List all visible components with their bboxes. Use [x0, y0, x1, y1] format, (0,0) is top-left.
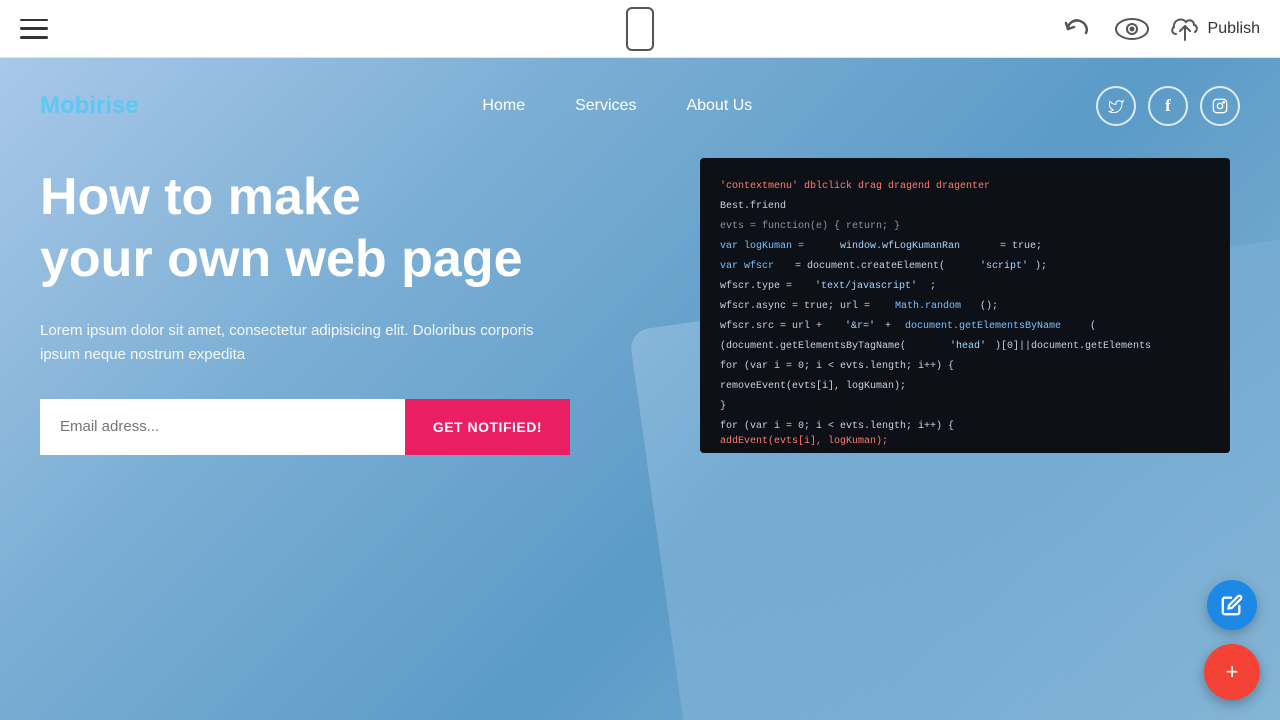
svg-text:}: }	[720, 400, 726, 412]
edit-icon	[1221, 594, 1243, 616]
twitter-button[interactable]	[1096, 86, 1136, 126]
svg-text:= document.createElement(: = document.createElement(	[795, 260, 945, 272]
svg-text:'&r=': '&r='	[845, 320, 875, 332]
svg-text:var logKuman =: var logKuman =	[720, 240, 804, 252]
publish-button[interactable]: Publish	[1170, 16, 1260, 42]
hero-subtitle: Lorem ipsum dolor sit amet, consectetur …	[40, 319, 560, 367]
svg-text:'contextmenu' dblclick drag dr: 'contextmenu' dblclick drag dragend drag…	[720, 180, 990, 192]
toolbar-left	[20, 19, 48, 39]
svg-text:();: ();	[980, 300, 998, 312]
hero-title: How to make your own web page	[40, 166, 660, 291]
site-nav: Mobirise Home Services About Us f	[0, 58, 1280, 146]
site-nav-links: Home Services About Us	[482, 97, 752, 115]
code-screenshot: 'contextmenu' dblclick drag dragend drag…	[700, 158, 1230, 453]
svg-text:wfscr.type =: wfscr.type =	[720, 280, 792, 292]
preview-area: Mobirise Home Services About Us f How to…	[0, 58, 1280, 720]
toolbar-right: Publish	[1062, 11, 1260, 47]
toolbar-center	[626, 7, 654, 51]
svg-text:addEvent(evts[i], logKuman);: addEvent(evts[i], logKuman);	[720, 435, 888, 447]
svg-text:window.wfLogKumanRan: window.wfLogKumanRan	[840, 240, 960, 252]
svg-text:'head': 'head'	[950, 340, 986, 352]
phone-preview-icon[interactable]	[626, 7, 654, 51]
svg-text:wfscr.async = true; url =: wfscr.async = true; url =	[720, 300, 870, 312]
email-input[interactable]	[40, 399, 405, 455]
toolbar: Publish	[0, 0, 1280, 58]
undo-icon	[1064, 17, 1092, 41]
hero-text: How to make your own web page Lorem ipsu…	[40, 166, 660, 455]
fab-edit-button[interactable]	[1207, 580, 1257, 630]
svg-text:Best.friend: Best.friend	[720, 200, 786, 212]
hamburger-icon[interactable]	[20, 19, 48, 39]
svg-text:+: +	[885, 321, 891, 332]
instagram-button[interactable]	[1200, 86, 1240, 126]
svg-text:var wfscr: var wfscr	[720, 260, 774, 272]
undo-button[interactable]	[1062, 13, 1094, 45]
svg-text:'text/javascript': 'text/javascript'	[815, 280, 917, 292]
hero-title-line2: your own web page	[40, 230, 523, 288]
svg-text:);: );	[1035, 260, 1047, 272]
svg-text:wfscr.src = url +: wfscr.src = url +	[720, 320, 822, 332]
svg-text:;: ;	[930, 281, 936, 292]
code-background: 'contextmenu' dblclick drag dragend drag…	[700, 158, 1230, 453]
eye-icon	[1115, 18, 1149, 40]
svg-text:(: (	[1090, 320, 1096, 332]
publish-label: Publish	[1208, 20, 1260, 38]
facebook-button[interactable]: f	[1148, 86, 1188, 126]
fab-add-button[interactable]: +	[1204, 644, 1260, 700]
hero-title-line1: How to make	[40, 168, 361, 226]
notify-button[interactable]: GET NOTIFIED!	[405, 399, 570, 455]
svg-text:(document.getElementsByTagName: (document.getElementsByTagName(	[720, 340, 906, 352]
svg-text:for (var i = 0; i < evts.lengt: for (var i = 0; i < evts.length; i++) {	[720, 360, 954, 372]
code-svg: 'contextmenu' dblclick drag dragend drag…	[700, 158, 1230, 453]
email-form: GET NOTIFIED!	[40, 399, 570, 455]
add-icon: +	[1226, 661, 1239, 683]
svg-text:)[0]||document.getElements: )[0]||document.getElements	[995, 340, 1151, 352]
nav-services[interactable]: Services	[575, 97, 636, 115]
svg-text:Math.random: Math.random	[895, 300, 961, 312]
nav-home[interactable]: Home	[482, 97, 525, 115]
svg-text:= true;: = true;	[1000, 241, 1042, 252]
svg-text:evts = function(e) { return; }: evts = function(e) { return; }	[720, 220, 900, 232]
fab-container: +	[1204, 580, 1260, 700]
svg-text:removeEvent(evts[i], logKuman): removeEvent(evts[i], logKuman);	[720, 380, 906, 392]
site-social: f	[1096, 86, 1240, 126]
svg-text:for (var i = 0; i < evts.lengt: for (var i = 0; i < evts.length; i++) {	[720, 420, 954, 432]
svg-text:'script': 'script'	[980, 260, 1028, 272]
svg-text:document.getElementsByName: document.getElementsByName	[905, 320, 1061, 332]
hero-content: How to make your own web page Lorem ipsu…	[0, 146, 1280, 455]
site-logo: Mobirise	[40, 92, 139, 120]
preview-button[interactable]	[1114, 11, 1150, 47]
nav-about[interactable]: About Us	[686, 97, 752, 115]
publish-cloud-icon	[1170, 16, 1200, 42]
